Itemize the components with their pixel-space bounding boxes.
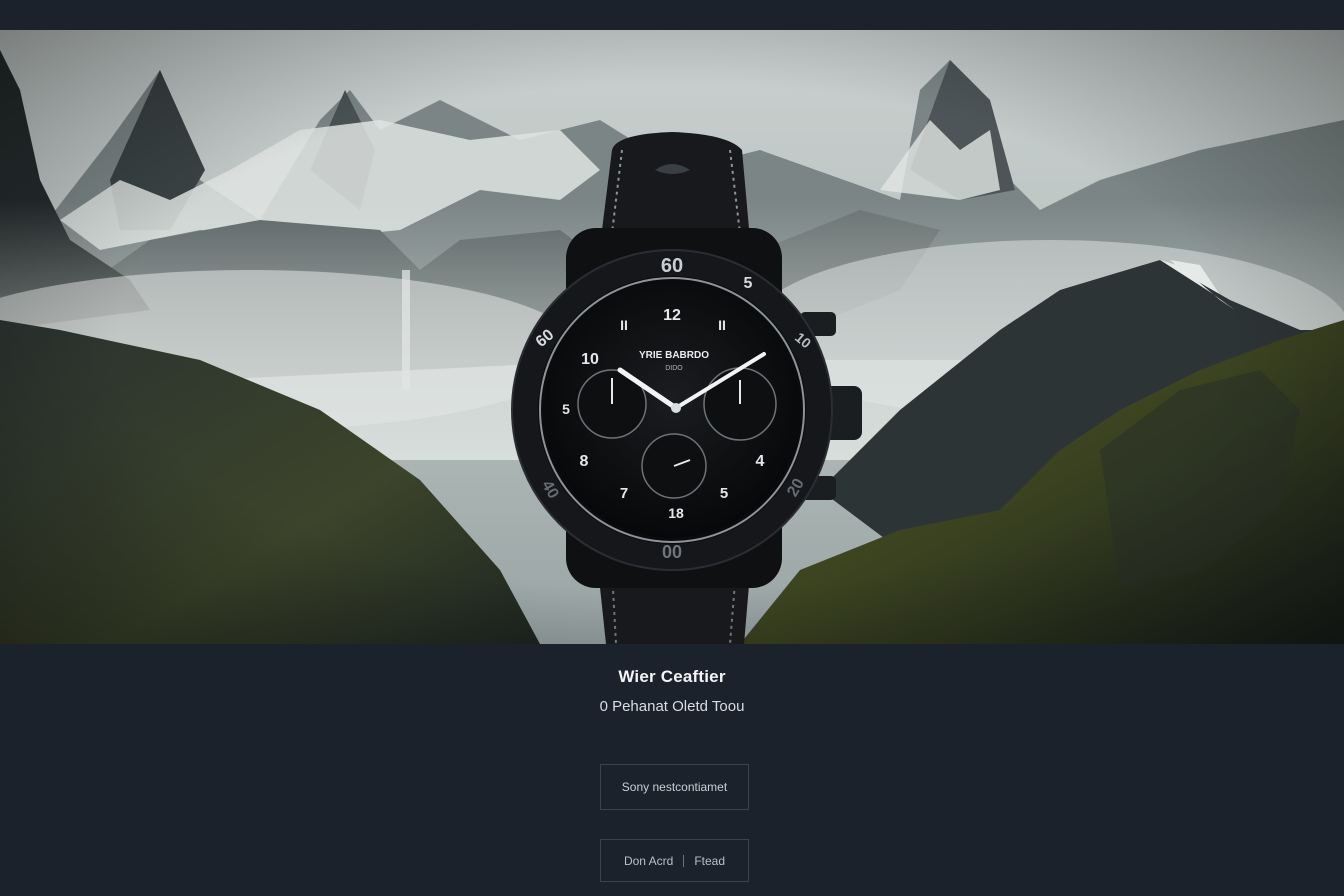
split-action-group: Don Acrd Ftead: [600, 839, 749, 882]
product-title: Wier Ceaftier: [618, 667, 726, 686]
primary-action-label: Sony nestcontiamet: [621, 780, 728, 794]
svg-text:5: 5: [562, 401, 570, 417]
dial-brand-subtext: DIDO: [665, 365, 683, 372]
split-right-button[interactable]: Ftead: [684, 854, 735, 868]
svg-text:5: 5: [744, 275, 753, 292]
bezel-top-numeral: 60: [661, 255, 683, 277]
svg-text:7: 7: [620, 485, 628, 502]
bezel-bottom-numeral: 00: [662, 542, 682, 562]
hero-image: 60 00 60 10 40 20 5 12 10 5 8 7 5 4 II I…: [0, 30, 1344, 644]
svg-text:12: 12: [663, 307, 681, 324]
svg-text:II: II: [620, 317, 628, 333]
svg-text:4: 4: [756, 453, 765, 470]
svg-text:8: 8: [580, 453, 589, 470]
svg-text:II: II: [718, 317, 726, 333]
primary-action-button[interactable]: Sony nestcontiamet: [600, 764, 749, 810]
top-bar: [0, 0, 1344, 30]
svg-text:10: 10: [581, 351, 599, 368]
product-info-panel: Wier Ceaftier 0 Pehanat Oletd Toou Sony …: [0, 644, 1344, 896]
svg-text:18: 18: [668, 505, 684, 521]
split-left-button[interactable]: Don Acrd: [614, 854, 683, 868]
dial-brand-text: YRIE BABRDO: [639, 350, 709, 361]
svg-text:5: 5: [720, 485, 728, 502]
product-subtitle: 0 Pehanat Oletd Toou: [599, 698, 745, 715]
